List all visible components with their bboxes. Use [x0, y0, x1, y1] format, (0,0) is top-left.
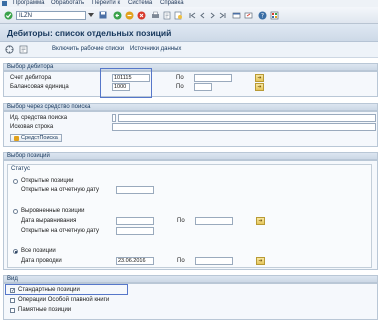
page-title: Дебиторы: список отдельных позиций [7, 28, 172, 38]
status-frame: Статус Открытые позиции Открытые на отче… [7, 164, 372, 268]
menu-system[interactable]: Система [128, 0, 152, 7]
dropdown-arrow-icon[interactable] [86, 10, 96, 20]
enter-check-icon[interactable] [3, 10, 13, 20]
search-string-label: Исковая строка [10, 124, 54, 130]
first-page-icon[interactable] [187, 10, 197, 20]
item-selection-title: Выбор позиций [7, 153, 50, 159]
multi-select-icon: ➜ [257, 84, 262, 90]
company-label: Балансовая единица [10, 84, 69, 90]
last-page-icon[interactable] [217, 10, 227, 20]
company-multi-select-button[interactable]: ➜ [255, 83, 264, 91]
shortcut-icon[interactable] [243, 10, 253, 20]
menu-program[interactable]: Программа [13, 0, 44, 7]
title-bar: Дебиторы: список отдельных позиций [0, 24, 378, 42]
previous-page-icon[interactable] [197, 10, 207, 20]
open-items-radio[interactable] [13, 179, 18, 184]
find-icon[interactable] [162, 10, 172, 20]
posting-date-from-field[interactable]: 23.06.2016 [116, 257, 154, 265]
execute-icon[interactable] [5, 45, 14, 54]
highlight-box-debitor [100, 68, 152, 98]
clearing-to-label: По [177, 218, 185, 224]
posting-date-to-field[interactable] [195, 257, 233, 265]
help-icon[interactable]: ? [257, 10, 267, 20]
search-help-icon [14, 135, 19, 141]
debitor-selection-group: Счет дебитора Балансовая единица По По 1… [3, 71, 378, 97]
highlight-box-view [5, 284, 128, 295]
clearing-date-to-field[interactable] [195, 217, 233, 225]
posting-to-label: По [177, 258, 185, 264]
search-help-title: Выбор через средство поиска [7, 104, 91, 110]
item-selection-group: Статус Открытые позиции Открытые на отче… [3, 160, 378, 270]
company-to-field[interactable] [194, 83, 212, 91]
clearing-date-from-field[interactable] [116, 217, 154, 225]
debitor-selection-title: Выбор дебитора [7, 64, 54, 70]
multi-select-icon: ➜ [258, 258, 263, 264]
special-gl-checkbox[interactable] [10, 298, 15, 303]
special-gl-label: Операции Особой главной книги [18, 297, 110, 303]
search-id-label: Ид. средства поиска [10, 115, 68, 121]
to-label-company: По [176, 84, 184, 90]
view-header: Вид [3, 275, 378, 283]
svg-text:?: ? [260, 12, 263, 19]
back-icon[interactable] [112, 10, 122, 20]
item-selection-header: Выбор позиций [3, 152, 378, 160]
search-help-group: Ид. средства поиска Исковая строка Средс… [3, 111, 378, 147]
save-icon[interactable] [98, 10, 108, 20]
menu-help[interactable]: Справка [160, 0, 184, 7]
search-help-header: Выбор через средство поиска [3, 103, 378, 111]
open-at-date-field[interactable] [116, 186, 154, 194]
enable-worklists-button[interactable]: Включить рабочие списки [52, 46, 124, 52]
clearing-multi-select-button[interactable]: ➜ [256, 217, 265, 225]
open-at-key-date-label: Открытые на отчетную дату [21, 228, 100, 234]
clearing-date-label: Дата выравнивания [21, 218, 77, 224]
noted-items-label: Памятные позиции [18, 307, 72, 313]
multi-select-icon: ➜ [257, 75, 262, 81]
account-multi-select-button[interactable]: ➜ [255, 74, 264, 82]
all-items-label: Все позиции [21, 248, 56, 254]
status-title: Статус [11, 166, 30, 172]
noted-items-checkbox[interactable] [10, 308, 15, 313]
multi-select-icon: ➜ [258, 218, 263, 224]
search-help-button-label: СредстПоиска [21, 135, 58, 141]
posting-date-label: Дата проводки [21, 258, 62, 264]
account-to-field[interactable] [194, 74, 232, 82]
command-field[interactable]: ILZN [16, 11, 86, 20]
debitor-selection-header: Выбор дебитора [3, 63, 378, 71]
data-sources-button[interactable]: Источники данных [130, 46, 181, 52]
cleared-items-radio[interactable] [13, 209, 18, 214]
cleared-items-label: Выровненные позиции [21, 208, 85, 214]
layout-menu-icon[interactable] [269, 10, 279, 20]
system-toolbar: ILZN ? [0, 7, 378, 24]
view-title: Вид [7, 276, 18, 282]
exit-icon[interactable] [124, 10, 134, 20]
next-page-icon[interactable] [207, 10, 217, 20]
find-next-icon[interactable] [173, 10, 183, 20]
open-at-key-date-field[interactable] [116, 227, 154, 235]
menu-icon[interactable] [1, 0, 8, 7]
menu-goto[interactable]: Перейти к [92, 0, 120, 7]
print-icon[interactable] [150, 10, 160, 20]
menu-edit[interactable]: Обработать [51, 0, 84, 7]
search-string-field[interactable] [112, 123, 376, 131]
account-label: Счет дебитора [10, 75, 52, 81]
cancel-icon[interactable] [136, 10, 146, 20]
open-at-date-label: Открытые на отчетную дату [21, 187, 100, 193]
menu-bar: Программа Обработать Перейти к Система С… [0, 0, 378, 7]
application-toolbar: Включить рабочие списки Источники данных [0, 42, 378, 58]
open-items-label: Открытые позиции [21, 178, 74, 184]
variant-icon[interactable] [19, 45, 28, 54]
to-label-account: По [176, 75, 184, 81]
new-session-icon[interactable] [231, 10, 241, 20]
search-help-button[interactable]: СредстПоиска [10, 134, 62, 142]
posting-multi-select-button[interactable]: ➜ [256, 257, 265, 265]
search-id-field[interactable] [112, 114, 116, 122]
search-id-field-wide[interactable] [118, 114, 376, 122]
all-items-radio[interactable] [13, 249, 18, 254]
